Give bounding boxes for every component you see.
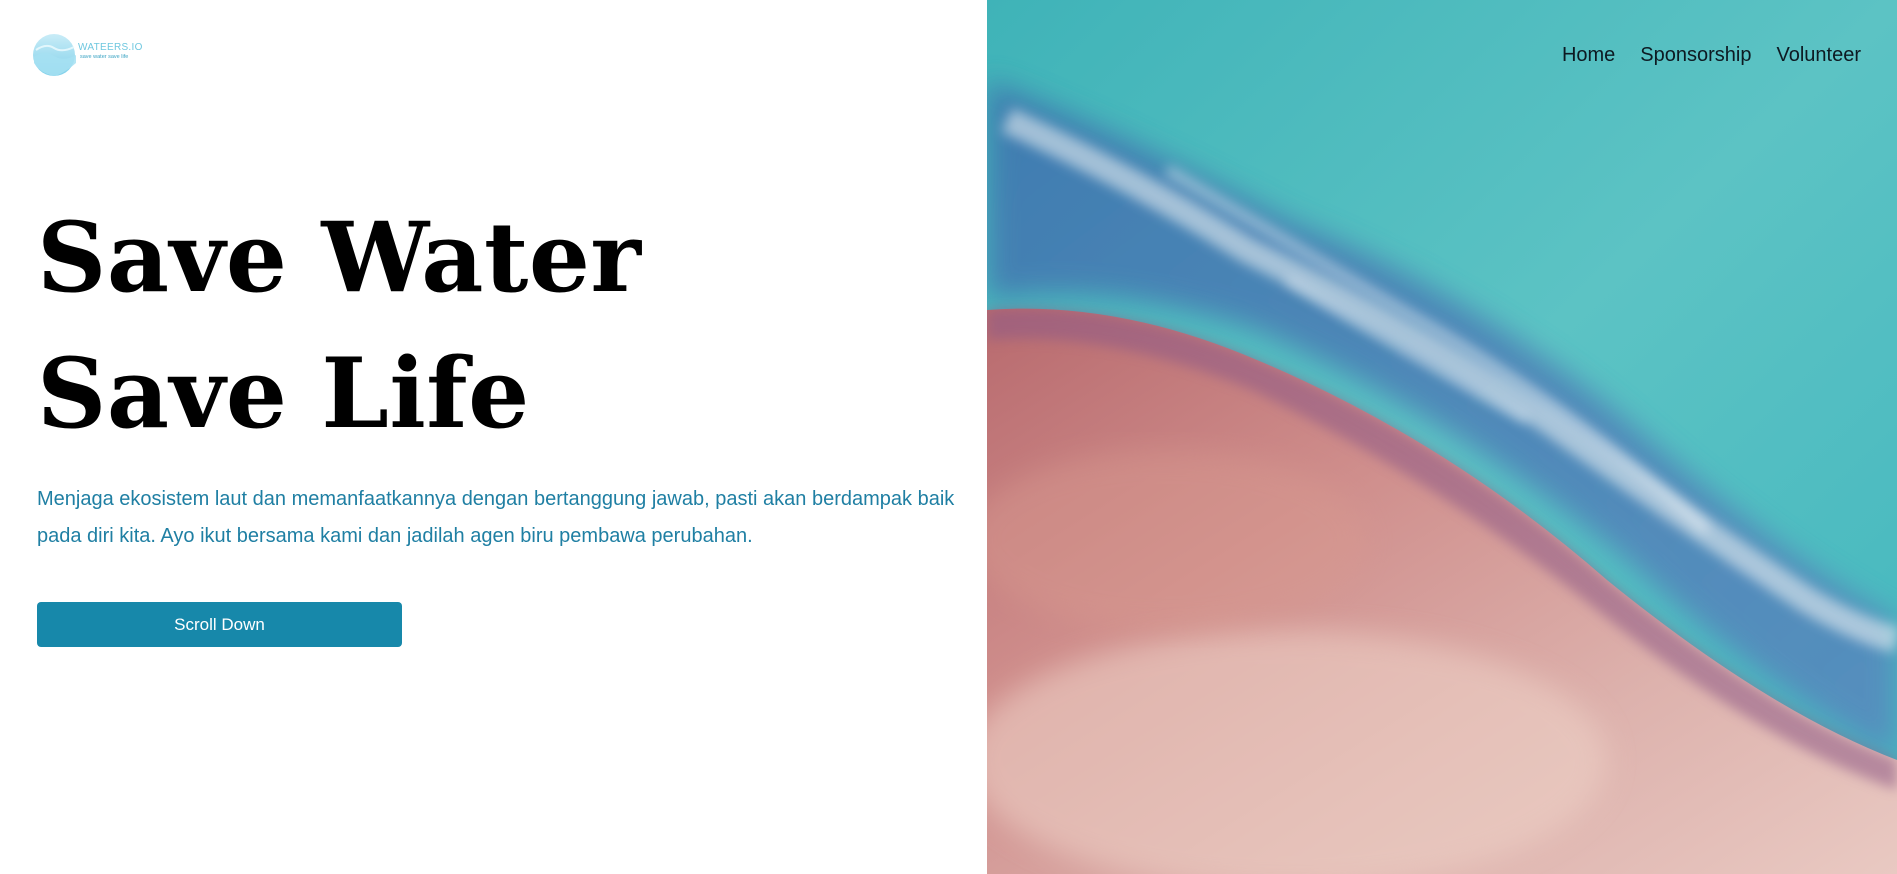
brand-logo[interactable]: WATEERS.IO save water save life (32, 33, 152, 77)
hero-image-pane: Home Sponsorship Volunteer (987, 0, 1897, 874)
hero-title-line-1: Save Water (37, 201, 642, 314)
nav-item-sponsorship[interactable]: Sponsorship (1640, 44, 1751, 67)
hero-title: Save Water Save Life (37, 190, 641, 462)
nav-item-home[interactable]: Home (1562, 44, 1615, 67)
hero-content-pane: WATEERS.IO save water save life Save Wat… (0, 0, 987, 874)
nav-item-volunteer[interactable]: Volunteer (1776, 44, 1861, 67)
brand-name: WATEERS.IO (78, 42, 143, 53)
landing-page: WATEERS.IO save water save life Save Wat… (0, 0, 1897, 874)
beach-aerial-image (987, 0, 1897, 874)
hero-description: Menjaga ekosistem laut dan memanfaatkann… (37, 488, 955, 547)
brand-tagline: save water save life (80, 54, 129, 60)
hero-title-line-2: Save Life (37, 337, 530, 450)
main-nav: Home Sponsorship Volunteer (1562, 44, 1861, 67)
water-drop-logo-icon (33, 34, 76, 76)
scroll-down-button[interactable]: Scroll Down (37, 602, 402, 647)
